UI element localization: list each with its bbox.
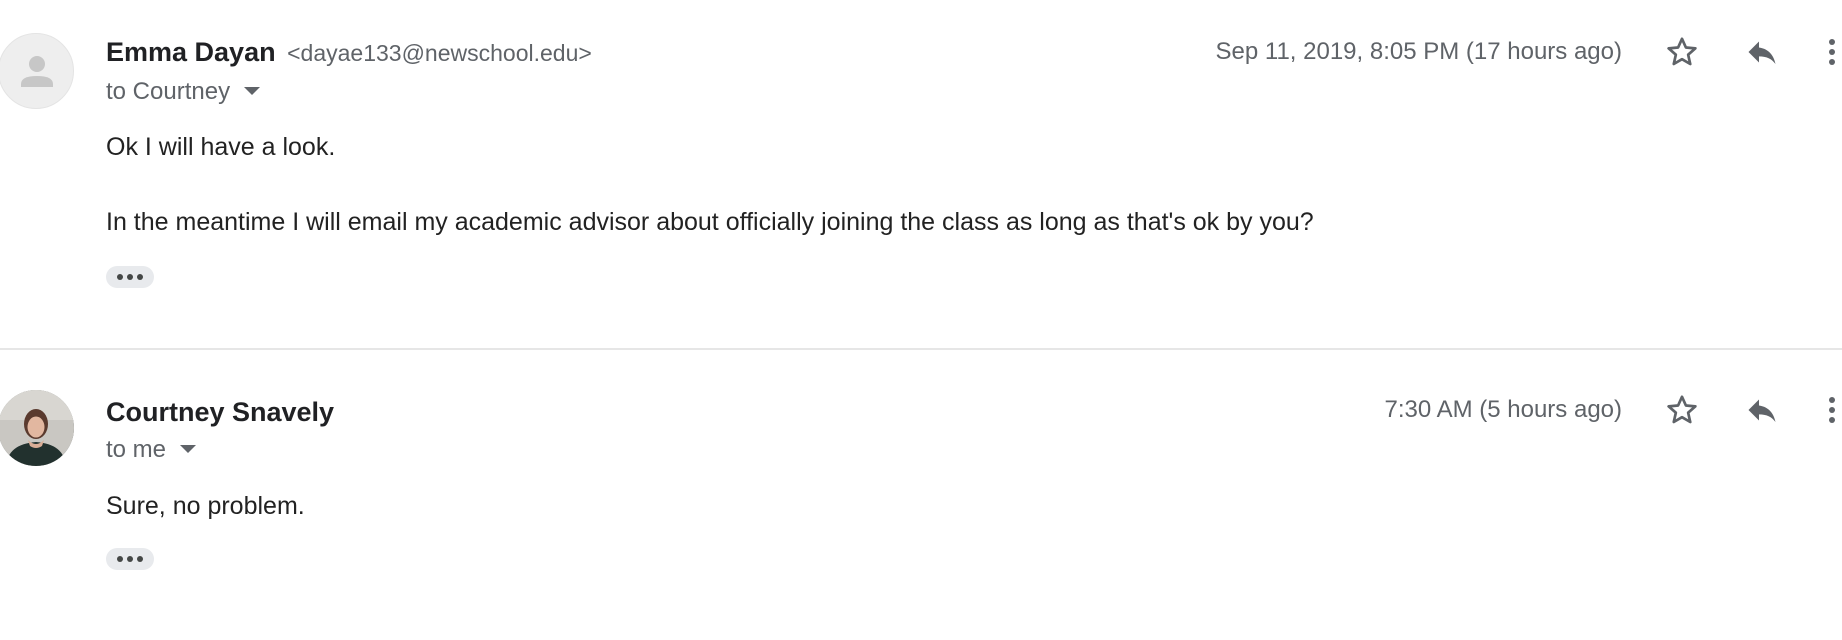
default-person-icon [21, 56, 53, 87]
star-outline-icon [1667, 395, 1697, 424]
star-outline-icon [1667, 37, 1697, 66]
caret-down-icon [180, 444, 197, 453]
message-body-line: In the meantime I will email my academic… [106, 208, 1314, 236]
avatar[interactable] [0, 390, 74, 466]
reply-button[interactable] [1738, 28, 1786, 76]
caret-down-icon [244, 86, 261, 95]
ellipsis-icon [137, 556, 143, 562]
ellipsis-icon [127, 556, 133, 562]
sender-line: Courtney Snavely [106, 395, 334, 429]
ellipsis-icon [127, 274, 133, 280]
ellipsis-icon [117, 274, 123, 280]
reply-icon [1748, 41, 1776, 64]
avatar[interactable] [0, 33, 74, 109]
recipient-label: to me [106, 436, 167, 463]
message-body-line: Ok I will have a look. [106, 133, 336, 161]
show-trimmed-content-button[interactable] [106, 548, 154, 570]
star-button[interactable] [1658, 28, 1706, 76]
message-courtney-snavely: Courtney Snavely to me 7:30 AM (5 hours … [0, 350, 1842, 640]
ellipsis-icon [117, 556, 123, 562]
more-options-button[interactable] [1822, 386, 1842, 434]
recipient-dropdown[interactable]: to me [106, 435, 197, 465]
more-vert-icon [1829, 397, 1835, 423]
message-body-line: Sure, no problem. [106, 492, 305, 520]
timestamp: Sep 11, 2019, 8:05 PM (17 hours ago) [1215, 38, 1623, 65]
recipient-label: to Courtney [106, 78, 231, 105]
sender-name[interactable]: Emma Dayan [106, 37, 276, 67]
email-thread: Emma Dayan <dayae133@newschool.edu> to C… [0, 0, 1842, 640]
more-vert-icon [1829, 39, 1835, 65]
profile-photo [0, 390, 74, 466]
sender-name[interactable]: Courtney Snavely [106, 397, 334, 427]
message-emma-dayan: Emma Dayan <dayae133@newschool.edu> to C… [0, 0, 1842, 348]
show-trimmed-content-button[interactable] [106, 266, 154, 288]
more-options-button[interactable] [1822, 28, 1842, 76]
sender-line: Emma Dayan <dayae133@newschool.edu> [106, 35, 592, 70]
star-button[interactable] [1658, 386, 1706, 434]
reply-button[interactable] [1738, 386, 1786, 434]
sender-email: <dayae133@newschool.edu> [287, 40, 592, 66]
timestamp: 7:30 AM (5 hours ago) [1384, 396, 1622, 423]
reply-icon [1748, 399, 1776, 422]
ellipsis-icon [137, 274, 143, 280]
recipient-dropdown[interactable]: to Courtney [106, 77, 261, 107]
